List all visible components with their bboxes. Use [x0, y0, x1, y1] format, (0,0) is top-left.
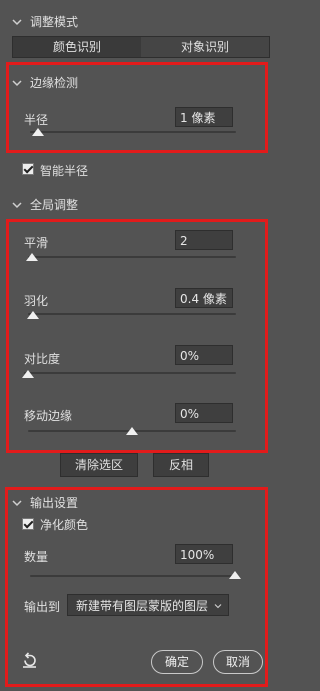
- view-mode-segmented-control[interactable]: 颜色识别 对象识别: [12, 36, 270, 58]
- smart-radius-label: 智能半径: [40, 164, 89, 178]
- color-aware-button[interactable]: 颜色识别: [13, 37, 141, 57]
- view-mode-title: 调整模式: [30, 15, 79, 29]
- global-refine-header[interactable]: 全局调整: [12, 196, 78, 213]
- global-refine-title: 全局调整: [30, 198, 79, 212]
- chevron-down-icon[interactable]: [12, 18, 22, 26]
- highlight-box-global: [6, 219, 268, 453]
- smart-radius-checkbox[interactable]: [22, 163, 34, 175]
- invert-button[interactable]: 反相: [153, 453, 209, 477]
- clear-selection-button[interactable]: 清除选区: [60, 453, 138, 477]
- highlight-box-edge: [6, 62, 268, 153]
- chevron-down-icon[interactable]: [12, 201, 22, 209]
- view-mode-header[interactable]: 调整模式: [12, 13, 78, 30]
- object-aware-button[interactable]: 对象识别: [141, 37, 269, 57]
- highlight-box-output: [5, 487, 268, 687]
